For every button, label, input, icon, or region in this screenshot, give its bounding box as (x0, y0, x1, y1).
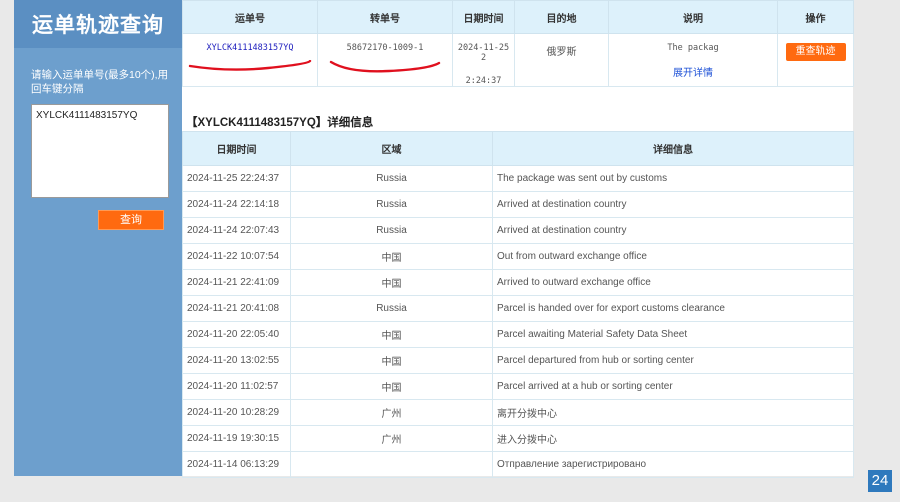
datetime-line2: 2:24:37 (465, 76, 502, 86)
sidebar: 运单轨迹查询 请输入运单单号(最多10个),用回车键分隔 XYLCK411148… (14, 0, 182, 476)
col-detail-info: 详细信息 (492, 131, 854, 166)
expand-details-link[interactable]: 展开详情 (609, 64, 777, 79)
col-note: 说明 (608, 0, 778, 34)
row-time: 2024-11-20 11:02:57 (182, 373, 291, 400)
col-waybill-no: 运单号 (182, 0, 318, 34)
detail-table: 日期时间 区域 详细信息 2024-11-25 22:24:37 Russia Th… (182, 131, 854, 478)
main-panel: 运单号 转单号 日期时间 目的地 说明 操作 XYLCK4111483157YQ… (182, 0, 854, 478)
waybill-input[interactable]: XYLCK4111483157YQ (31, 104, 169, 198)
waybill-link[interactable]: XYLCK4111483157YQ (207, 43, 294, 53)
row-area: 中国 (290, 321, 493, 348)
note-text: The packag (667, 43, 719, 53)
row-area: Russia (290, 165, 493, 192)
row-info: Отправление зарегистрировано (492, 451, 854, 478)
row-info: Parcel departured from hub or sorting ce… (492, 347, 854, 374)
row-time: 2024-11-22 10:07:54 (182, 243, 291, 270)
note-cell: The packag 展开详情 (608, 33, 778, 87)
row-time: 2024-11-21 20:41:08 (182, 295, 291, 322)
table-row: 2024-11-25 22:24:37 Russia The package was… (182, 165, 854, 192)
table-row: 2024-11-24 22:07:43 Russia Arrived at dest… (182, 217, 854, 244)
action-cell: 重查轨迹 (777, 33, 854, 87)
datetime-line1: 2024-11-25 2 (457, 43, 510, 63)
table-row: 2024-11-21 20:41:08 Russia Parcel is hande… (182, 295, 854, 322)
summary-row: XYLCK4111483157YQ 58672170-1009-1 2024-1… (182, 33, 854, 87)
destination-cell: 俄罗斯 (514, 33, 609, 87)
table-row: 2024-11-21 22:41:09 中国 Arrived to outward … (182, 269, 854, 296)
col-datetime: 日期时间 (452, 0, 515, 34)
row-time: 2024-11-20 22:05:40 (182, 321, 291, 348)
row-time: 2024-11-14 06:13:29 (182, 451, 291, 478)
row-info: Parcel is handed over for export customs… (492, 295, 854, 322)
row-area: 中国 (290, 373, 493, 400)
transfer-cell: 58672170-1009-1 (317, 33, 453, 87)
col-detail-area: 区域 (290, 131, 493, 166)
table-row: 2024-11-20 10:28:29 广州 离开分拨中心 (182, 399, 854, 426)
row-info: Arrived to outward exchange office (492, 269, 854, 296)
row-info: 离开分拨中心 (492, 399, 854, 426)
row-time: 2024-11-19 19:30:15 (182, 425, 291, 452)
detail-title: 【XYLCK4111483157YQ】详细信息 (186, 117, 374, 129)
row-info: Arrived at destination country (492, 217, 854, 244)
row-area: 广州 (290, 425, 493, 452)
row-area: 中国 (290, 269, 493, 296)
app-title: 运单轨迹查询 (14, 0, 182, 48)
row-info: The package was sent out by customs (492, 165, 854, 192)
table-row: 2024-11-24 22:14:18 Russia Arrived at dest… (182, 191, 854, 218)
row-area: Russia (290, 191, 493, 218)
row-area: Russia (290, 217, 493, 244)
table-row: 2024-11-19 19:30:15 广州 进入分拨中心 (182, 425, 854, 452)
col-destination: 目的地 (514, 0, 609, 34)
table-row: 2024-11-20 11:02:57 中国 Parcel arrived at a… (182, 373, 854, 400)
table-row: 2024-11-20 22:05:40 中国 Parcel awaiting Mat… (182, 321, 854, 348)
detail-header-row: 日期时间 区域 详细信息 (182, 131, 854, 166)
row-time: 2024-11-24 22:14:18 (182, 191, 291, 218)
summary-table: 运单号 转单号 日期时间 目的地 说明 操作 XYLCK4111483157YQ… (182, 0, 854, 87)
row-time: 2024-11-20 10:28:29 (182, 399, 291, 426)
table-row: 2024-11-14 06:13:29 Отправление зарегистр… (182, 451, 854, 478)
row-info: Parcel awaiting Material Safety Data She… (492, 321, 854, 348)
col-detail-time: 日期时间 (182, 131, 291, 166)
datetime-cell: 2024-11-25 2 2:24:37 (452, 33, 515, 87)
row-info: Parcel arrived at a hub or sorting cente… (492, 373, 854, 400)
col-transfer-no: 转单号 (317, 0, 453, 34)
row-info: 进入分拨中心 (492, 425, 854, 452)
reset-track-button[interactable]: 重查轨迹 (785, 43, 846, 61)
corner-badge: 24 (868, 470, 892, 492)
row-time: 2024-11-21 22:41:09 (182, 269, 291, 296)
waybill-cell: XYLCK4111483157YQ (182, 33, 318, 87)
input-hint: 请输入运单单号(最多10个),用回车键分隔 (31, 69, 169, 95)
red-underline-annotation (188, 60, 312, 71)
row-area: 中国 (290, 243, 493, 270)
row-area: 中国 (290, 347, 493, 374)
row-time: 2024-11-20 13:02:55 (182, 347, 291, 374)
red-underline-annotation-2 (329, 60, 441, 73)
table-row: 2024-11-22 10:07:54 中国 Out from outward ex… (182, 243, 854, 270)
row-area: Russia (290, 295, 493, 322)
query-button[interactable]: 查询 (98, 210, 164, 230)
row-info: Arrived at destination country (492, 191, 854, 218)
col-action: 操作 (777, 0, 854, 34)
row-info: Out from outward exchange office (492, 243, 854, 270)
row-time: 2024-11-24 22:07:43 (182, 217, 291, 244)
detail-body: 2024-11-25 22:24:37 Russia The package was… (182, 165, 854, 478)
table-row: 2024-11-20 13:02:55 中国 Parcel departured f… (182, 347, 854, 374)
row-area (290, 451, 493, 478)
row-time: 2024-11-25 22:24:37 (182, 165, 291, 192)
summary-header-row: 运单号 转单号 日期时间 目的地 说明 操作 (182, 0, 854, 34)
transfer-no: 58672170-1009-1 (346, 43, 424, 53)
destination: 俄罗斯 (546, 47, 577, 58)
row-area: 广州 (290, 399, 493, 426)
